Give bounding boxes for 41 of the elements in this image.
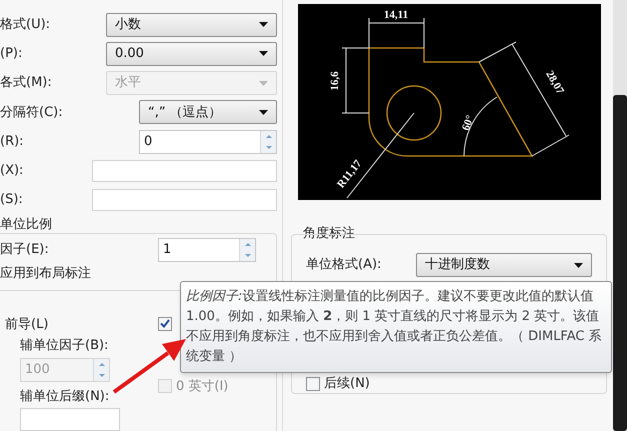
field-label: 辅单位后缀(N): [20,388,110,406]
caret-icon [259,80,268,86]
spinner-value: 1 [162,241,172,260]
checkmark-icon [160,319,170,328]
caret-icon [259,22,268,28]
input-field[interactable] [92,189,277,212]
field-label: (P): [0,45,22,64]
checkbox-label: 后续(N) [324,375,370,393]
spin-buttons[interactable] [260,130,276,153]
field-label: 格式(U): [0,16,50,34]
field-label: 辅单位因子(B): [20,337,110,356]
dropdown[interactable]: “,” （逗点） [139,100,277,124]
field-label: (R): [0,132,24,151]
input-field[interactable] [20,408,120,431]
spinner-value: 0 [143,132,154,151]
checkbox[interactable] [306,376,320,391]
field-label: 分隔符(C): [0,104,63,122]
spinner-field[interactable]: 1 [158,238,256,262]
checkbox-label: 前导(L) [5,316,50,334]
field-label: (S): [0,191,23,210]
spin-buttons[interactable] [239,238,255,261]
group-title: 单位比例 [0,216,53,233]
input-field[interactable] [92,160,277,182]
field-label: 各式(M): [0,74,52,92]
caret-icon [574,262,583,268]
field-label: 单位格式(A): [306,256,382,274]
field-label: (X): [0,162,24,180]
caret-icon [259,110,268,115]
scroll-thumb[interactable] [613,95,627,431]
tooltip-text: 比例因子:设置线性标注测量值的比例因子。建议不要更改此值的默认值 1.00。例如，如果输入 2，则 1 英寸直线的尺寸将显示为 2 英寸。该值不应用到角度标注，也不应用到舍入值或者正负公差值。（ DIMLFAC 系统变量 ） [186,288,603,366]
caret-icon [259,51,268,56]
scrollbar[interactable] [613,0,627,431]
checkbox-label: 0 英寸(I) [176,378,228,396]
dropdown[interactable]: 小数 [106,12,277,37]
dropdown[interactable]: 十进制度数 [416,253,592,277]
checkbox-label: 应用到布局标注 [0,264,92,283]
spinner-field[interactable]: 0 [139,130,277,154]
spinner-value: 100 [24,360,51,379]
checkbox[interactable] [158,316,172,331]
dropdown[interactable]: 0.00 [106,42,277,66]
field-label: 因子(E): [0,241,49,260]
